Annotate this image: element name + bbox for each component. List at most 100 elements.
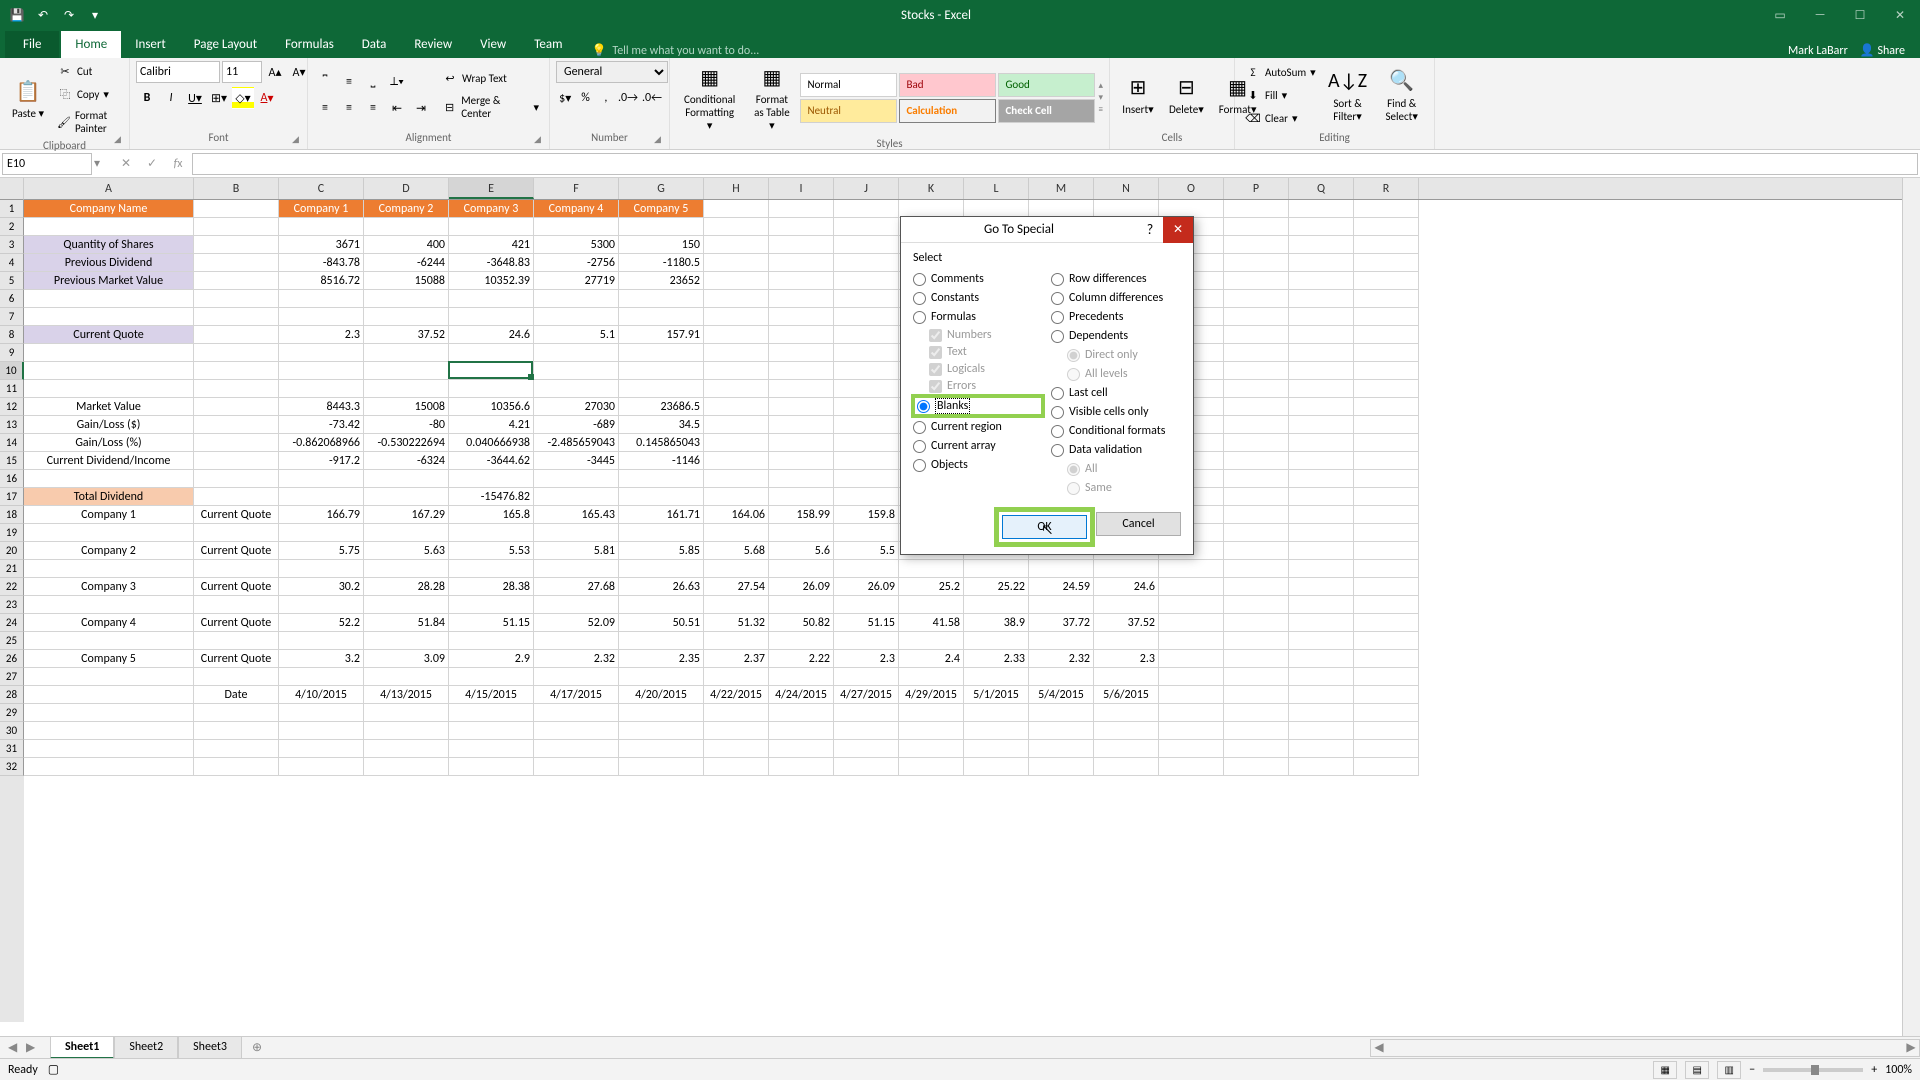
cell[interactable]: 5.68 bbox=[704, 542, 769, 560]
cell[interactable]: 164.06 bbox=[704, 506, 769, 524]
row-header[interactable]: 24 bbox=[0, 614, 24, 632]
cell[interactable]: 0.040666938 bbox=[449, 434, 534, 452]
user-name[interactable]: Mark LaBarr bbox=[1788, 44, 1848, 58]
row-header[interactable]: 5 bbox=[0, 272, 24, 290]
cell[interactable] bbox=[24, 218, 194, 236]
cell[interactable] bbox=[279, 362, 364, 380]
cell[interactable] bbox=[1224, 578, 1289, 596]
cell[interactable] bbox=[1224, 542, 1289, 560]
cell[interactable] bbox=[1159, 578, 1224, 596]
cell[interactable] bbox=[449, 380, 534, 398]
cell[interactable] bbox=[704, 398, 769, 416]
row-header[interactable]: 29 bbox=[0, 704, 24, 722]
tab-formulas[interactable]: Formulas bbox=[271, 31, 348, 58]
cell[interactable] bbox=[1354, 290, 1419, 308]
row-header[interactable]: 3 bbox=[0, 236, 24, 254]
decrease-indent-icon[interactable]: ⇤ bbox=[386, 97, 408, 119]
cell[interactable]: 2.32 bbox=[534, 650, 619, 668]
sheet-tab[interactable]: Sheet1 bbox=[50, 1036, 114, 1059]
cell[interactable] bbox=[1354, 758, 1419, 776]
cell[interactable] bbox=[769, 380, 834, 398]
cell[interactable] bbox=[24, 704, 194, 722]
fill-button[interactable]: ⬇Fill ▾ bbox=[1241, 85, 1320, 105]
dialog-option-visible-cells-only[interactable]: Visible cells only bbox=[1051, 404, 1181, 420]
cell[interactable]: 4/27/2015 bbox=[834, 686, 899, 704]
clipboard-dialog-launcher[interactable]: ◢ bbox=[114, 134, 126, 146]
cell[interactable] bbox=[1354, 596, 1419, 614]
cell[interactable]: 4.21 bbox=[449, 416, 534, 434]
cell[interactable] bbox=[1224, 398, 1289, 416]
copy-button[interactable]: ⿻Copy ▾ bbox=[53, 84, 123, 104]
cell[interactable]: 421 bbox=[449, 236, 534, 254]
cell[interactable] bbox=[704, 200, 769, 218]
sheet-tab[interactable]: Sheet3 bbox=[178, 1036, 242, 1059]
cell[interactable] bbox=[449, 758, 534, 776]
comma-format-icon[interactable]: , bbox=[597, 87, 615, 109]
cell[interactable] bbox=[1289, 470, 1354, 488]
cell[interactable] bbox=[704, 668, 769, 686]
cell[interactable] bbox=[704, 524, 769, 542]
row-header[interactable]: 25 bbox=[0, 632, 24, 650]
dialog-option-precedents[interactable]: Precedents bbox=[1051, 309, 1181, 325]
cell[interactable] bbox=[834, 632, 899, 650]
cell[interactable]: Total Dividend bbox=[24, 488, 194, 506]
row-header[interactable]: 32 bbox=[0, 758, 24, 776]
tab-home[interactable]: Home bbox=[61, 31, 121, 58]
styles-gallery-more[interactable]: ▴▾≡ bbox=[1098, 80, 1103, 115]
row-header[interactable]: 6 bbox=[0, 290, 24, 308]
cell[interactable] bbox=[534, 560, 619, 578]
cell[interactable]: Company 5 bbox=[24, 650, 194, 668]
cell[interactable] bbox=[619, 308, 704, 326]
cell[interactable]: Company Name bbox=[24, 200, 194, 218]
cell[interactable]: 37.72 bbox=[1029, 614, 1094, 632]
cell[interactable] bbox=[619, 218, 704, 236]
cell[interactable] bbox=[704, 488, 769, 506]
cell[interactable] bbox=[364, 758, 449, 776]
cell[interactable]: 5/1/2015 bbox=[964, 686, 1029, 704]
cell[interactable]: 5.1 bbox=[534, 326, 619, 344]
cell[interactable]: Date bbox=[194, 686, 279, 704]
row-header[interactable]: 12 bbox=[0, 398, 24, 416]
number-format-select[interactable]: General bbox=[556, 61, 668, 83]
cell[interactable] bbox=[834, 560, 899, 578]
cell[interactable]: 41.58 bbox=[899, 614, 964, 632]
cell[interactable] bbox=[1354, 344, 1419, 362]
cell[interactable] bbox=[1289, 452, 1354, 470]
cell[interactable] bbox=[619, 722, 704, 740]
cell[interactable] bbox=[1159, 758, 1224, 776]
cell[interactable]: 23686.5 bbox=[619, 398, 704, 416]
cell[interactable] bbox=[279, 722, 364, 740]
cell[interactable] bbox=[834, 200, 899, 218]
cell[interactable]: 15008 bbox=[364, 398, 449, 416]
cell[interactable]: 5300 bbox=[534, 236, 619, 254]
insert-cells-button[interactable]: ⊞Insert▾ bbox=[1116, 71, 1160, 118]
sheet-nav-prev-icon[interactable]: ◀ bbox=[8, 1040, 24, 1055]
cell[interactable] bbox=[534, 470, 619, 488]
cell[interactable] bbox=[769, 704, 834, 722]
cell[interactable]: -3445 bbox=[534, 452, 619, 470]
cell[interactable] bbox=[1354, 488, 1419, 506]
cell[interactable] bbox=[534, 722, 619, 740]
format-painter-button[interactable]: 🖌Format Painter bbox=[53, 107, 123, 137]
cell[interactable] bbox=[534, 758, 619, 776]
cell[interactable] bbox=[899, 560, 964, 578]
cell[interactable] bbox=[1224, 650, 1289, 668]
bold-button[interactable]: B bbox=[136, 87, 158, 109]
cell[interactable] bbox=[24, 632, 194, 650]
qat-customize-icon[interactable]: ▾ bbox=[83, 3, 107, 27]
cell[interactable] bbox=[364, 362, 449, 380]
cell[interactable]: Company 2 bbox=[364, 200, 449, 218]
cell[interactable] bbox=[534, 362, 619, 380]
cell[interactable] bbox=[704, 218, 769, 236]
column-header[interactable]: G bbox=[619, 178, 704, 199]
cell[interactable] bbox=[619, 758, 704, 776]
cell[interactable] bbox=[364, 524, 449, 542]
cell[interactable] bbox=[1029, 596, 1094, 614]
cell[interactable]: 8516.72 bbox=[279, 272, 364, 290]
cell[interactable] bbox=[279, 560, 364, 578]
cell[interactable] bbox=[24, 668, 194, 686]
cell[interactable] bbox=[769, 200, 834, 218]
select-all-corner[interactable] bbox=[0, 178, 24, 200]
cell[interactable]: 5.53 bbox=[449, 542, 534, 560]
cell[interactable] bbox=[279, 488, 364, 506]
